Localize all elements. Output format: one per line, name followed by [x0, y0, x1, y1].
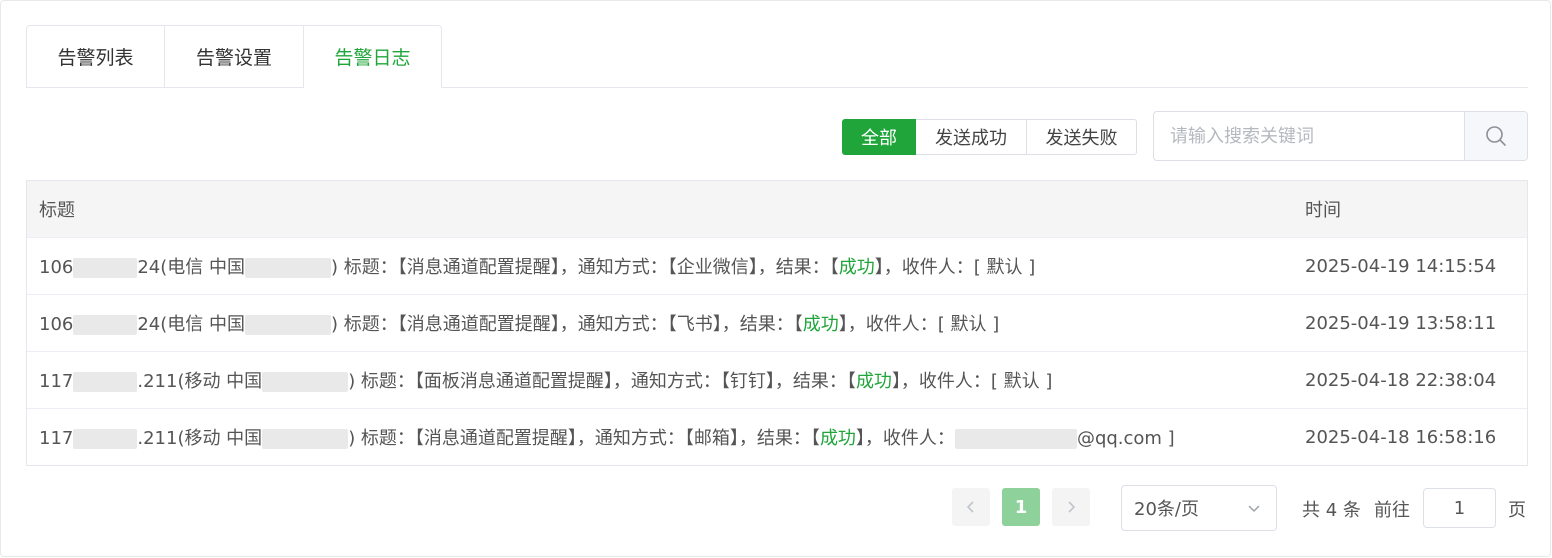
- search-icon: [1486, 126, 1506, 146]
- redacted-location: [245, 258, 332, 278]
- page-size-select[interactable]: 20条/页: [1121, 485, 1277, 531]
- row-recipient: 】，收件人：[ 默认 ]: [874, 257, 1036, 278]
- row-time: 2025-04-18 22:38:04: [1305, 369, 1497, 391]
- filter-success-button[interactable]: 发送成功: [916, 119, 1027, 155]
- redacted-location: [262, 372, 349, 392]
- row-message: ) 标题：【消息通道配置提醒】，通知方式：【飞书】，结果：【: [331, 314, 803, 335]
- search-button[interactable]: [1464, 112, 1527, 160]
- table-row: 117 .211(移动 中国 ) 标题：【消息通道配置提醒】，通知方式：【邮箱】，结…: [27, 409, 1527, 465]
- ip-prefix: 117: [39, 371, 74, 392]
- redacted-location: [245, 315, 332, 335]
- row-title: 117 .211(移动 中国 ) 标题：【消息通道配置提醒】，通知方式：【邮箱】，结…: [27, 424, 1293, 450]
- header-title: 标题: [39, 200, 75, 221]
- row-recipient: 】，收件人：[ 默认 ]: [838, 314, 1000, 335]
- result-success: 成功: [855, 371, 892, 392]
- row-message: ) 标题：【消息通道配置提醒】，通知方式：【邮箱】，结果：【: [348, 428, 820, 449]
- row-recipient: 】，收件人：[ 默认 ]: [891, 371, 1053, 392]
- redacted-ip: [73, 372, 138, 392]
- redacted-ip: [73, 258, 138, 278]
- table-header: 标题 时间: [27, 181, 1527, 238]
- page-number-current[interactable]: 1: [1002, 488, 1040, 526]
- result-success: 成功: [802, 314, 839, 335]
- search-box: [1153, 111, 1528, 161]
- table-row: 106 24(电信 中国 ) 标题：【消息通道配置提醒】，通知方式：【企业微信】，结…: [27, 238, 1527, 295]
- ip-location: .211(移动 中国: [137, 428, 263, 449]
- result-success: 成功: [838, 257, 875, 278]
- ip-location: 24(电信 中国: [137, 257, 246, 278]
- redacted-email: [954, 429, 1077, 449]
- row-title: 106 24(电信 中国 ) 标题：【消息通道配置提醒】，通知方式：【飞书】，结果：…: [27, 310, 1293, 336]
- status-filter-group: 全部 发送成功 发送失败: [842, 119, 1137, 155]
- filter-all-button[interactable]: 全部: [842, 119, 916, 155]
- result-success: 成功: [819, 428, 856, 449]
- header-time: 时间: [1305, 200, 1341, 221]
- redacted-ip: [73, 315, 138, 335]
- tab-alert-log[interactable]: 告警日志: [304, 25, 442, 88]
- ip-prefix: 106: [39, 257, 74, 278]
- chevron-right-icon: [1068, 501, 1076, 513]
- goto-label: 前往: [1374, 500, 1410, 521]
- tab-divider: [26, 87, 1528, 88]
- row-title: 117 .211(移动 中国 ) 标题：【面板消息通道配置提醒】，通知方式：【钉钉】…: [27, 367, 1293, 393]
- search-input[interactable]: [1154, 112, 1464, 160]
- row-time: 2025-04-18 16:58:16: [1305, 426, 1497, 448]
- page-suffix: 页: [1508, 500, 1526, 521]
- total-count: 共 4 条: [1302, 500, 1361, 521]
- row-message: ) 标题：【消息通道配置提醒】，通知方式：【企业微信】，结果：【: [331, 257, 839, 278]
- row-message: ) 标题：【面板消息通道配置提醒】，通知方式：【钉钉】，结果：【: [348, 371, 856, 392]
- chevron-left-icon: [966, 501, 974, 513]
- ip-location: .211(移动 中国: [137, 371, 263, 392]
- redacted-location: [262, 429, 349, 449]
- prev-page-button[interactable]: [952, 488, 990, 526]
- row-recipient: 】，收件人：: [855, 428, 955, 449]
- redacted-ip: [73, 429, 138, 449]
- recipient-email: @qq.com ]: [1076, 428, 1175, 449]
- table-row: 106 24(电信 中国 ) 标题：【消息通道配置提醒】，通知方式：【飞书】，结果：…: [27, 295, 1527, 352]
- chevron-down-icon: [1248, 505, 1260, 513]
- tab-alert-list[interactable]: 告警列表: [26, 25, 165, 88]
- pagination: 1 20条/页 共 4 条 前往 页: [0, 485, 1552, 531]
- tab-bar: 告警列表 告警设置 告警日志: [26, 25, 442, 88]
- tab-alert-settings[interactable]: 告警设置: [165, 25, 304, 88]
- alert-log-table: 标题 时间 106 24(电信 中国 ) 标题：【消息通道配置提醒】，通知方式：【企…: [26, 180, 1528, 466]
- goto-page-input[interactable]: [1423, 488, 1496, 528]
- table-row: 117 .211(移动 中国 ) 标题：【面板消息通道配置提醒】，通知方式：【钉钉】…: [27, 352, 1527, 409]
- ip-prefix: 117: [39, 428, 74, 449]
- row-title: 106 24(电信 中国 ) 标题：【消息通道配置提醒】，通知方式：【企业微信】，结…: [27, 253, 1293, 279]
- filter-failed-button[interactable]: 发送失败: [1027, 119, 1137, 155]
- next-page-button[interactable]: [1052, 488, 1090, 526]
- page-size-value: 20条/页: [1134, 499, 1199, 520]
- row-time: 2025-04-19 13:58:11: [1305, 312, 1497, 334]
- ip-location: 24(电信 中国: [137, 314, 246, 335]
- ip-prefix: 106: [39, 314, 74, 335]
- row-time: 2025-04-19 14:15:54: [1305, 255, 1497, 277]
